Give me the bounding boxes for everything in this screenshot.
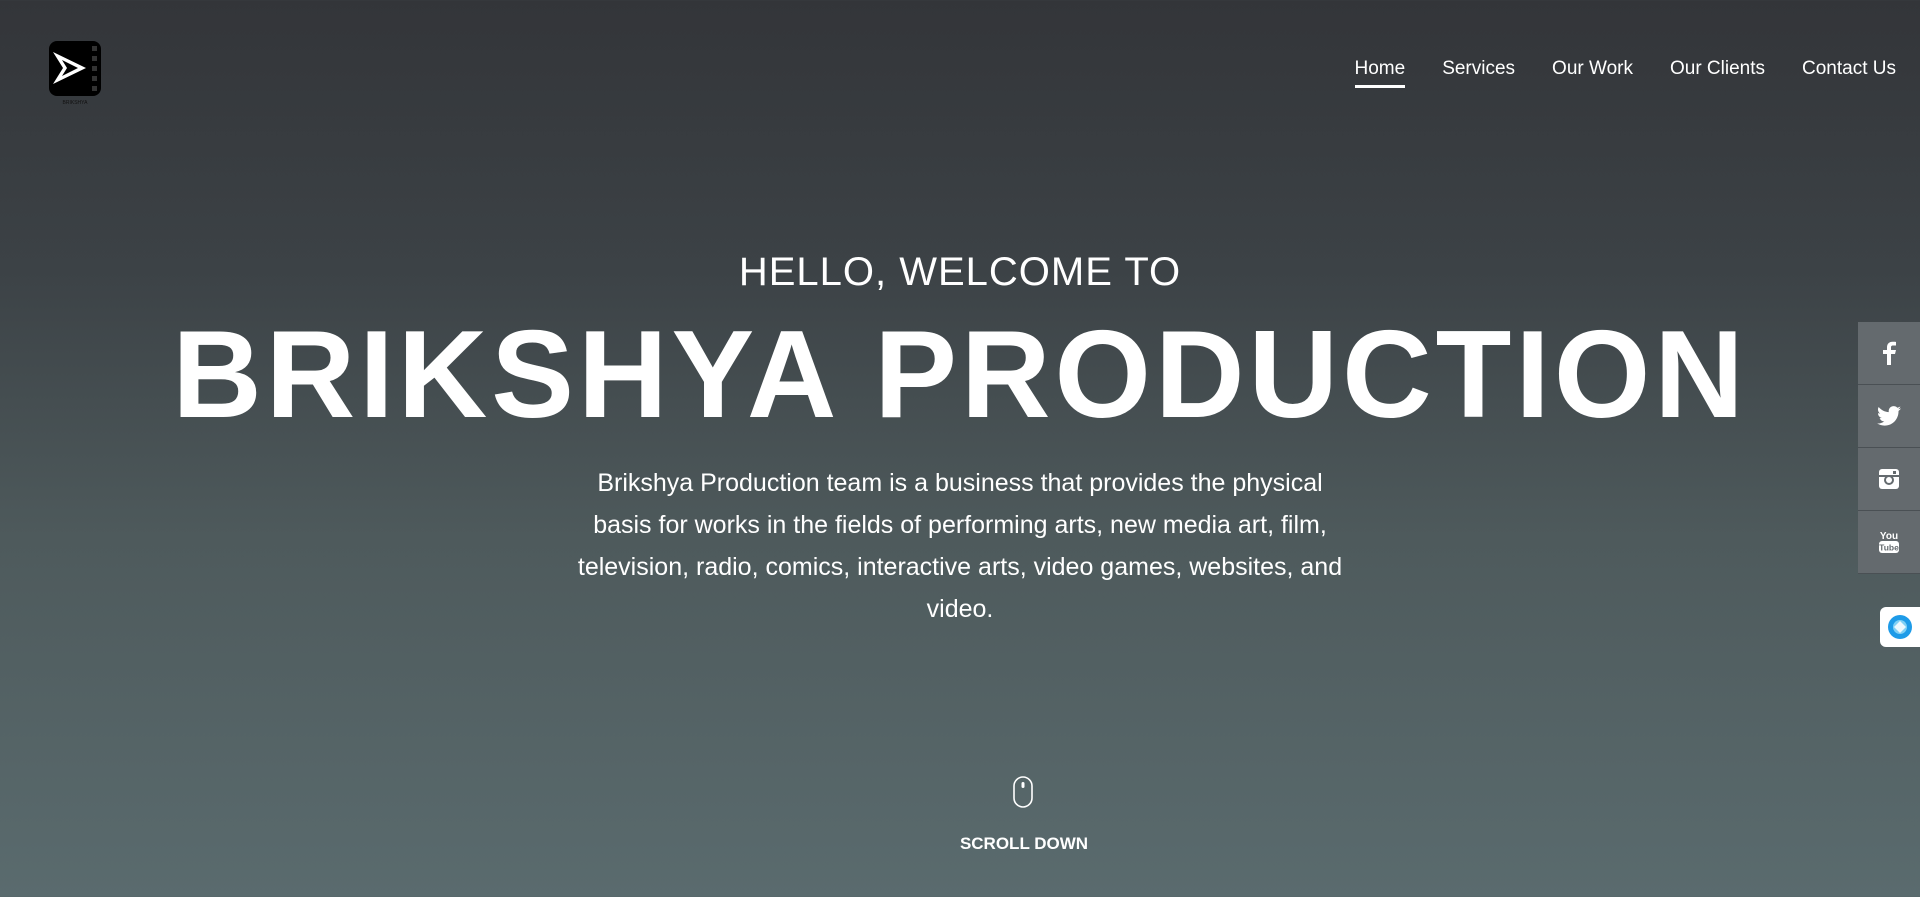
- chat-widget-button[interactable]: [1880, 607, 1920, 647]
- facebook-button[interactable]: [1858, 322, 1920, 385]
- svg-text:Tube: Tube: [1879, 543, 1899, 553]
- scroll-down-link[interactable]: SCROLL DOWN: [0, 834, 1920, 854]
- hero-subtitle: HELLO, WELCOME TO: [738, 250, 1182, 294]
- twitter-button[interactable]: [1858, 385, 1920, 448]
- hero-description: Brikshya Production team is a business t…: [577, 469, 1343, 623]
- nav-item-our-work[interactable]: Our Work: [1552, 58, 1633, 88]
- nav-item-home[interactable]: Home: [1354, 58, 1405, 88]
- youtube-icon: You Tube: [1879, 531, 1899, 553]
- nav-item-contact-us[interactable]: Contact Us: [1802, 58, 1896, 88]
- social-bar: You Tube: [1858, 322, 1920, 574]
- facebook-icon: [1883, 341, 1896, 365]
- svg-text:You: You: [1880, 531, 1898, 542]
- mouse-icon: [1013, 776, 1033, 808]
- hero-title: BRIKSHYA PRODUCTION: [172, 306, 1748, 444]
- instagram-icon: [1879, 469, 1899, 489]
- instagram-button[interactable]: [1858, 448, 1920, 511]
- logo-caption: BRIKSHYA: [63, 100, 89, 106]
- chat-widget-icon: [1888, 615, 1912, 639]
- site-logo[interactable]: BRIKSHYA: [48, 40, 102, 106]
- nav-item-services[interactable]: Services: [1442, 58, 1515, 88]
- twitter-icon: [1877, 406, 1901, 426]
- youtube-button[interactable]: You Tube: [1858, 511, 1920, 574]
- main-nav: Home Services Our Work Our Clients Conta…: [1318, 58, 1896, 88]
- nav-item-our-clients[interactable]: Our Clients: [1670, 58, 1765, 88]
